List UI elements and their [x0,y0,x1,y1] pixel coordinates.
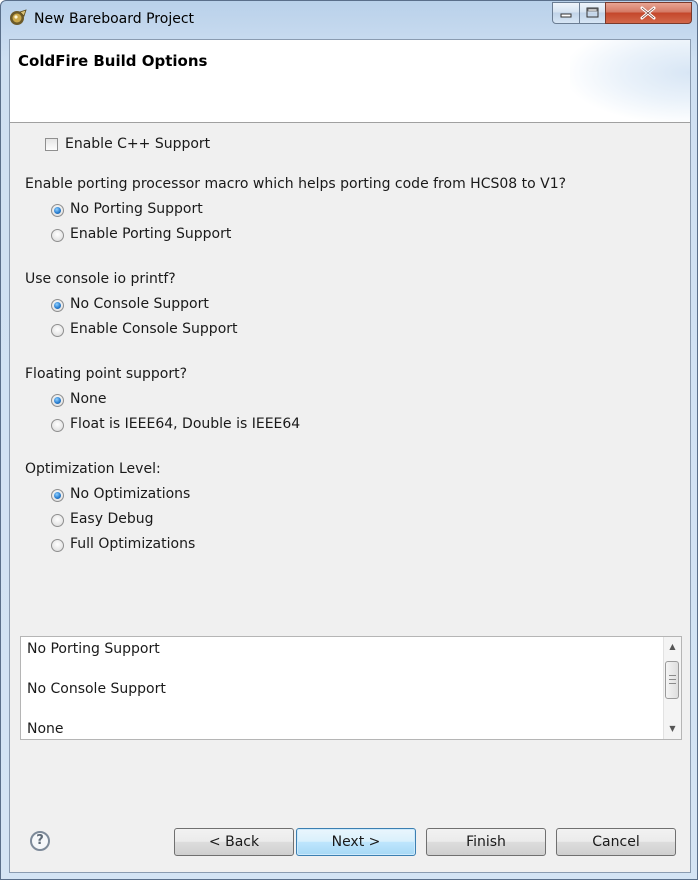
maximize-button[interactable] [579,2,606,24]
title-bar[interactable]: New Bareboard Project [1,1,697,37]
summary-line: No Porting Support [27,641,160,657]
cpp-support-checkbox[interactable] [45,138,58,151]
radio-easy-debug-label: Easy Debug [70,511,154,527]
minimize-icon [560,13,572,18]
radio-no-console-label: No Console Support [70,296,209,312]
console-question: Use console io printf? [25,271,176,287]
maximize-icon [586,7,599,18]
cancel-button[interactable]: Cancel [556,828,676,856]
wizard-client-area: ColdFire Build Options Enable C++ Suppor… [9,39,691,873]
summary-line: No Console Support [27,681,166,697]
radio-no-optimizations[interactable] [51,489,64,502]
footer-divider [10,800,690,801]
chevron-up-icon[interactable]: ▲ [664,639,681,655]
radio-enable-porting-label: Enable Porting Support [70,226,232,242]
radio-full-optimizations[interactable] [51,539,64,552]
back-button[interactable]: < Back [174,828,294,856]
radio-fp-none[interactable] [51,394,64,407]
close-button[interactable] [605,2,692,24]
wizard-banner: ColdFire Build Options [10,40,690,123]
radio-enable-porting[interactable] [51,229,64,242]
eclipse-wizard-icon [10,9,27,25]
window-title: New Bareboard Project [34,11,195,27]
floating-point-question: Floating point support? [25,366,188,382]
radio-no-optimizations-label: No Optimizations [70,486,191,502]
radio-enable-console-label: Enable Console Support [70,321,238,337]
radio-fp-none-label: None [70,391,107,407]
chevron-down-icon[interactable]: ▼ [664,721,681,737]
help-icon[interactable]: ? [30,831,50,851]
banner-graphic [570,40,690,122]
scrollbar-thumb[interactable] [665,661,679,699]
radio-fp-ieee64-label: Float is IEEE64, Double is IEEE64 [70,416,301,432]
close-icon [640,6,656,20]
cpp-support-label: Enable C++ Support [65,136,211,152]
summary-scrollbar[interactable]: ▲ ▼ [663,637,681,739]
radio-fp-ieee64[interactable] [51,419,64,432]
summary-line: None [27,721,64,737]
radio-no-porting[interactable] [51,204,64,217]
page-title: ColdFire Build Options [18,52,208,70]
minimize-button[interactable] [552,2,580,24]
porting-question: Enable porting processor macro which hel… [25,176,567,192]
next-button[interactable]: Next > [296,828,416,856]
radio-easy-debug[interactable] [51,514,64,527]
radio-no-console[interactable] [51,299,64,312]
finish-button[interactable]: Finish [426,828,546,856]
radio-full-optimizations-label: Full Optimizations [70,536,196,552]
options-summary-textarea[interactable]: No Porting Support No Console Support No… [20,636,682,740]
optimization-question: Optimization Level: [25,461,161,477]
wizard-window: New Bareboard Project ColdFire Build Opt… [0,0,698,880]
radio-enable-console[interactable] [51,324,64,337]
radio-no-porting-label: No Porting Support [70,201,203,217]
